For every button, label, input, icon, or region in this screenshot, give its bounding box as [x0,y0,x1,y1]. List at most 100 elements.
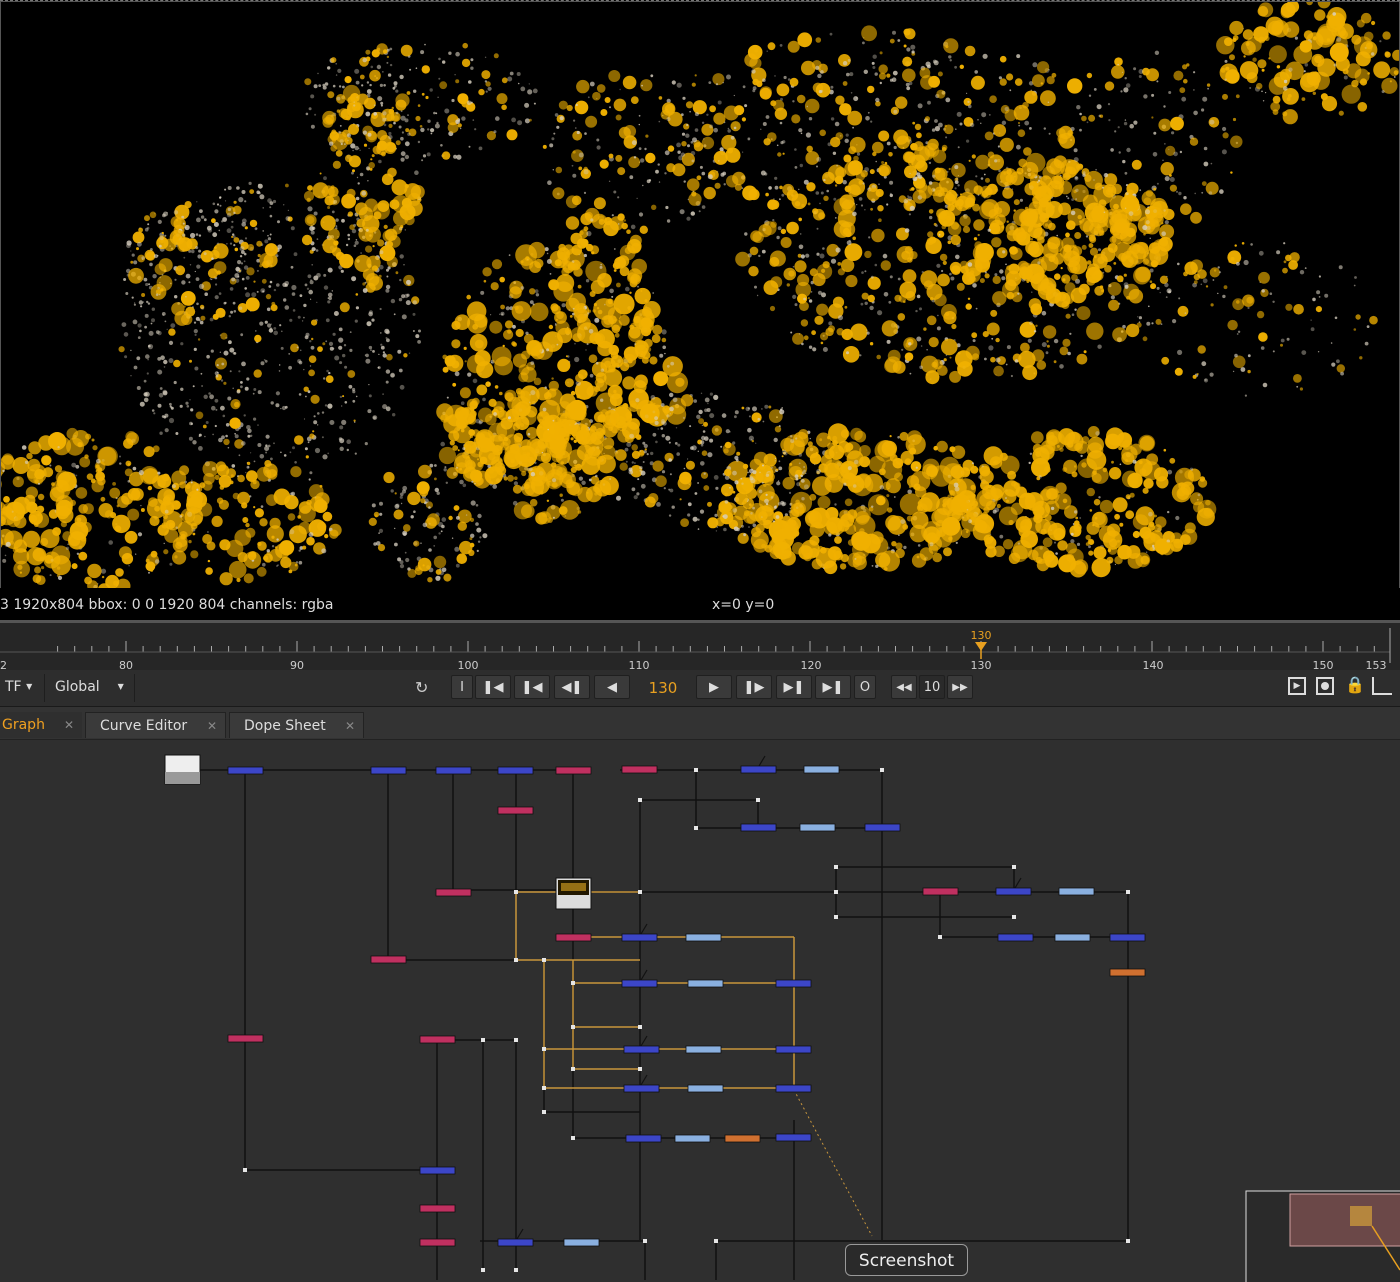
tab-dope-sheet[interactable]: Dope Sheet ✕ [229,712,364,738]
prev-keyframe-icon: ❚◀ [521,680,543,695]
transform-node[interactable] [803,765,840,774]
transform-node[interactable] [1054,933,1091,942]
merge-node[interactable] [435,766,472,775]
transform-node[interactable] [687,1084,724,1093]
merge-node[interactable] [623,1045,660,1054]
prev-keyframe-button[interactable]: ❚◀ [514,675,550,699]
node-graph-canvas[interactable] [0,740,1400,1282]
merge-node[interactable] [621,979,658,988]
step-forward-button[interactable]: ❚▶ [736,675,772,699]
merge-node[interactable] [370,766,407,775]
merge-node[interactable] [497,1238,534,1247]
out-point-button[interactable]: O [854,675,876,699]
merge-node[interactable] [621,933,658,942]
write-node[interactable] [724,1134,761,1143]
transform-node[interactable] [1058,887,1095,896]
grade-node[interactable] [435,888,472,897]
tab-curve-editor[interactable]: Curve Editor ✕ [85,712,226,738]
merge-node[interactable] [419,1166,456,1175]
loop-icon[interactable]: ↻ [415,678,428,697]
next-keyframe-button[interactable]: ▶❚ [776,675,812,699]
panel-tab-bar: Graph ✕ Curve Editor ✕ Dope Sheet ✕ [0,707,1400,740]
grade-node[interactable] [621,765,658,774]
merge-node[interactable] [775,1084,812,1093]
merge-node[interactable] [995,887,1032,896]
forward-increment-button[interactable]: ▶▶ [947,675,973,699]
global-dropdown[interactable]: Global ▼ [55,679,124,695]
merge-node[interactable] [775,979,812,988]
node-wires [200,755,1145,1280]
format-info: 3 1920x804 bbox: 0 0 1920 804 channels: … [0,597,334,613]
last-frame-button[interactable]: ▶❚ [815,675,851,699]
viewer-canvas[interactable] [0,0,1400,588]
last-frame-icon: ▶❚ [822,680,844,695]
screenshot-tooltip: Screenshot [845,1244,968,1276]
in-point-button[interactable]: I [451,675,473,699]
tf-dropdown[interactable]: TF ▼ [5,679,32,695]
play-forward-button[interactable]: ▶ [696,675,732,699]
play-backward-icon: ◀ [607,680,617,695]
timeline-ticks [0,628,1391,663]
read-node[interactable] [164,754,201,785]
grade-node[interactable] [497,806,534,815]
merge-node[interactable] [497,766,534,775]
transform-node[interactable] [674,1134,711,1143]
out-label: O [859,680,871,695]
merge-node[interactable] [740,765,777,774]
viewer-info-bar: 3 1920x804 bbox: 0 0 1920 804 channels: … [0,588,1400,620]
grade-node[interactable] [419,1035,456,1044]
chart-icon[interactable] [1372,677,1392,695]
particle-render-image [0,1,1400,588]
transform-node[interactable] [685,1045,722,1054]
grade-node[interactable] [922,887,959,896]
grade-node[interactable] [227,1034,264,1043]
grade-node[interactable] [419,1238,456,1247]
tab-label: Curve Editor [100,718,188,734]
merge-node[interactable] [864,823,901,832]
rewind-increment-icon: ◀◀ [896,682,912,693]
transform-node[interactable] [685,933,722,942]
global-label: Global [55,679,100,695]
rewind-increment-button[interactable]: ◀◀ [891,675,917,699]
merge-node[interactable] [997,933,1034,942]
tab-label: Graph [2,717,45,733]
grade-node[interactable] [419,1204,456,1213]
grade-node[interactable] [370,955,407,964]
tf-dropdown-icon: ▼ [26,682,33,691]
cursor-coords: x=0 y=0 [712,597,775,613]
frame-field[interactable]: 130 [636,675,690,701]
step-back-button[interactable]: ◀❚ [554,675,590,699]
merge-node[interactable] [1109,933,1146,942]
timeline-ruler[interactable]: 2 80 90 100 110 120 130 140 150 153 130 [0,620,1400,672]
grade-node[interactable] [555,933,592,942]
tab-graph[interactable]: Graph ✕ [0,712,82,738]
close-icon[interactable]: ✕ [64,712,74,738]
merge-node[interactable] [775,1133,812,1142]
play-forward-icon: ▶ [709,680,719,695]
merge-node[interactable] [740,823,777,832]
first-frame-button[interactable]: ❚◀ [475,675,511,699]
navigator-minimap[interactable] [1245,1190,1400,1282]
merge-node[interactable] [625,1134,662,1143]
transform-node[interactable] [687,979,724,988]
close-icon[interactable]: ✕ [207,713,217,739]
merge-node[interactable] [775,1045,812,1054]
next-keyframe-icon: ▶❚ [783,680,805,695]
transform-node[interactable] [563,1238,600,1247]
graph-nodes[interactable] [227,765,1146,1272]
in-label: I [460,680,464,695]
merge-node[interactable] [623,1084,660,1093]
render-thumbnail-node[interactable] [555,877,592,910]
viewer-play-icon[interactable]: ▶ [1288,677,1306,695]
merge-node[interactable] [227,766,264,775]
increment-field[interactable]: 10 [919,675,945,699]
first-frame-icon: ❚◀ [482,680,504,695]
transform-node[interactable] [799,823,836,832]
close-icon[interactable]: ✕ [345,713,355,739]
grade-node[interactable] [555,766,592,775]
write-node[interactable] [1109,968,1146,977]
viewer-record-icon[interactable] [1316,677,1334,695]
tf-label: TF [5,679,22,695]
play-backward-button[interactable]: ◀ [594,675,630,699]
lock-icon[interactable]: 🔒 [1345,675,1365,694]
